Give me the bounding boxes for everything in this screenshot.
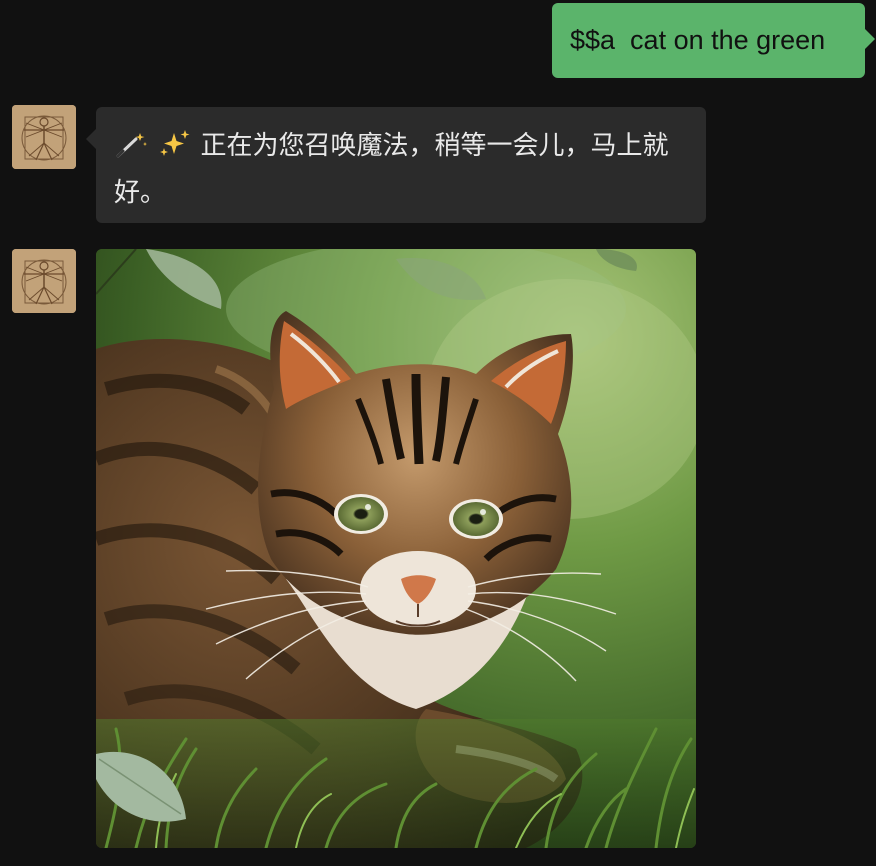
bot-avatar[interactable]	[12, 105, 76, 169]
incoming-message-bubble[interactable]: 正在为您召唤魔法，稍等一会儿，马上就好。	[86, 107, 706, 223]
chat-area: $$a cat on the green 正在为您召唤魔法，稍等一会儿，马上就好…	[0, 0, 876, 866]
sparkles-icon	[156, 129, 192, 172]
magic-wand-icon	[114, 130, 148, 172]
outgoing-message-bubble[interactable]: $$a cat on the green	[552, 3, 875, 78]
vitruvian-man-icon	[12, 105, 76, 169]
vitruvian-man-icon	[12, 249, 76, 313]
generated-image-cat[interactable]	[96, 249, 696, 848]
bot-avatar[interactable]	[12, 249, 76, 313]
outgoing-message-text: $$a cat on the green	[570, 25, 826, 55]
incoming-message-text: 正在为您召唤魔法，稍等一会儿，马上就好。	[114, 131, 669, 208]
